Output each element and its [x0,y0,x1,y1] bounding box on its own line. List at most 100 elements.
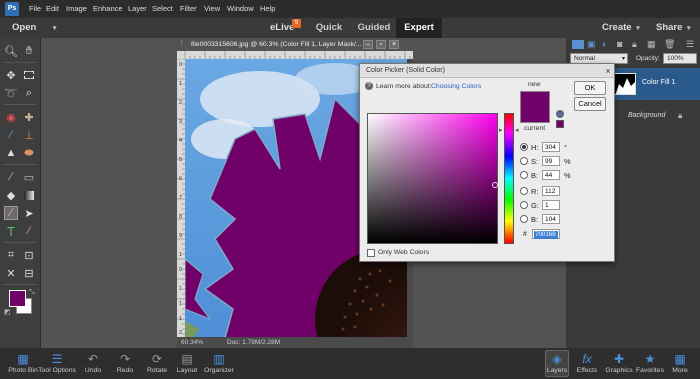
eraser-tool-icon[interactable]: ▭ [22,170,36,184]
brightness-radio[interactable] [520,171,528,179]
new-layer-icon[interactable] [572,40,584,49]
content-aware-move-tool-icon[interactable]: ✕ [4,266,18,280]
quick-select-tool-icon[interactable]: ⌕ [22,86,36,100]
more-icon: ▦ [674,352,686,366]
redo-label: Redo [116,367,134,374]
tab-expert[interactable]: Expert [396,18,442,38]
menu-help[interactable]: Help [260,4,275,13]
move-tool-icon[interactable]: ✥ [4,68,18,82]
ruler-horizontal [177,51,421,59]
menu-layer[interactable]: Layer [128,4,147,13]
ruler-label: 5 [179,157,183,163]
eyedropper-tool-icon[interactable]: ⁄ [4,206,18,220]
open-label: Open [12,22,37,33]
default-colors-icon[interactable]: ◩ [4,308,11,316]
hex-value: 700168 [534,231,558,239]
color-field[interactable] [367,113,498,244]
hue-slider-left-arrow[interactable]: ▸ [499,126,503,134]
type-tool-icon[interactable]: T [4,224,18,239]
menu-image[interactable]: Image [66,4,87,13]
add-mask-icon[interactable]: ◙ [617,40,629,49]
zoom-tool-icon[interactable]: 🔍︎ [4,44,18,58]
hand-tool-icon[interactable]: ✋︎ [22,44,36,58]
red-input[interactable]: 112 [542,186,560,196]
saturation-unit: % [564,157,571,166]
pencil-tool-icon[interactable]: ⁄ [22,224,36,238]
menu-window[interactable]: Window [227,4,254,13]
menu-enhance[interactable]: Enhance [93,4,123,13]
ruler-vertical-labels: 0 1 2 3 4 5 6 7 8 9 1 0 1 1 1 2 [177,59,185,339]
open-button[interactable]: Open ▾ [12,22,56,33]
elive-button[interactable]: eLive [270,22,294,33]
saturation-radio[interactable] [520,157,528,165]
opacity-field[interactable]: 100% [663,53,697,64]
brush-tool-icon[interactable]: ⁄ [4,170,18,184]
menu-select[interactable]: Select [152,4,173,13]
lock-icon[interactable]: 🔒︎ [632,40,644,49]
green-input[interactable]: 1 [542,200,560,210]
only-web-colors-checkbox[interactable] [367,249,375,257]
brightness-input[interactable]: 44 [542,170,560,180]
red-eye-tool-icon[interactable]: ◉ [4,110,18,124]
hue-input[interactable]: 304 [542,142,560,152]
saturation-input[interactable]: 99 [542,156,560,166]
close-icon[interactable]: × [603,66,613,76]
paint-bucket-tool-icon[interactable]: ◆ [4,188,18,202]
hue-radio[interactable] [520,143,528,151]
chevron-down-icon: ▾ [687,25,691,32]
close-icon[interactable]: × [389,40,399,49]
cancel-button[interactable]: Cancel [574,97,606,111]
blur-tool-icon[interactable]: ▲ [4,146,18,160]
marquee-tool-icon[interactable] [22,68,36,82]
more-button[interactable]: ▦ More [657,352,700,374]
blue-radio[interactable] [520,215,528,223]
elive-label: eLive [270,22,295,33]
swap-colors-icon[interactable]: ⤡ [29,289,35,297]
zoom-level[interactable]: 60.34% [181,337,203,348]
red-radio[interactable] [520,187,528,195]
dialog-title: Color Picker (Solid Color) [360,64,614,78]
lasso-tool-icon[interactable]: ➰ [4,86,18,100]
delete-layer-icon[interactable]: 🗑︎ [664,40,676,49]
foreground-color-swatch[interactable] [9,290,26,307]
create-button[interactable]: Create ▾ [602,22,640,33]
organizer-button[interactable]: ▥ Organizer [196,352,242,374]
share-button[interactable]: Share ▾ [656,22,691,33]
blue-input[interactable]: 104 [542,214,560,224]
color-field-cursor[interactable] [492,182,498,188]
menu-edit[interactable]: Edit [46,4,59,13]
lock-transparency-icon[interactable]: ▦ [647,40,659,49]
new-group-icon[interactable]: ▣ [587,40,599,49]
out-of-gamut-icon[interactable] [556,110,564,118]
gradient-tool-icon[interactable] [22,188,36,202]
straighten-tool-icon[interactable]: ⊟ [22,266,36,280]
mode-bar: Open ▾ eLive 9 Quick Guided Expert Creat… [0,18,700,38]
recompose-tool-icon[interactable]: ⊡ [22,248,36,262]
menu-view[interactable]: View [204,4,220,13]
learn-more-link[interactable]: Choosing Colors [431,83,481,90]
smart-brush-tool-icon[interactable]: ⁄ [4,128,18,142]
crop-tool-icon[interactable]: ⌗ [4,248,18,262]
menu-filter[interactable]: Filter [180,4,197,13]
web-safe-color-icon[interactable] [556,120,564,128]
minimize-icon[interactable]: – [363,40,373,49]
tab-quick[interactable]: Quick [306,18,352,38]
tab-guided[interactable]: Guided [352,18,396,38]
menu-file[interactable]: File [29,4,41,13]
spot-healing-tool-icon[interactable]: ✚ [22,110,36,124]
sponge-tool-icon[interactable]: ⬬ [22,146,36,160]
ok-button[interactable]: OK [574,81,606,95]
clone-stamp-tool-icon[interactable]: ⊥ [22,128,36,142]
hue-slider[interactable] [504,113,514,244]
hex-input[interactable]: 700168 [532,229,560,239]
green-radio[interactable] [520,201,528,209]
opacity-label: Opacity: [636,55,660,62]
app-logo: Ps [5,2,19,16]
custom-shape-tool-icon[interactable]: ➤ [22,206,36,220]
doc-size: Doc: 1.78M/2.28M [227,339,281,346]
divider [3,104,37,105]
adjustment-layer-icon[interactable]: ◐ [602,40,614,49]
restore-icon[interactable]: ▫ [376,40,386,49]
hue-slider-right-arrow[interactable]: ◂ [515,126,519,134]
panel-menu-icon[interactable]: ☰ [686,40,698,49]
